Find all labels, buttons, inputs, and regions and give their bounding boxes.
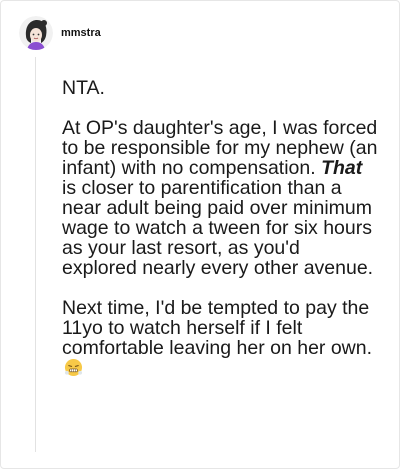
paragraph-suggestion-text: Next time, I'd be tempted to pay the 11y… <box>62 297 373 359</box>
emphasis-that: That <box>321 157 363 179</box>
paragraph-story-text-after: is closer to parentification than a near… <box>62 177 374 279</box>
comment-card: mmstra NTA. At OP's daughter's age, I wa… <box>0 0 400 469</box>
grimacing-steam-face-icon <box>64 358 83 377</box>
comment-body: NTA. At OP's daughter's age, I was force… <box>62 78 380 398</box>
paragraph-suggestion: Next time, I'd be tempted to pay the 11y… <box>62 298 380 378</box>
paragraph-verdict: NTA. <box>62 77 105 99</box>
avatar[interactable] <box>19 16 53 50</box>
username[interactable]: mmstra <box>61 27 101 39</box>
thread-line <box>35 57 36 452</box>
paragraph-story: At OP's daughter's age, I was forced to … <box>62 118 380 278</box>
comment-header: mmstra <box>19 15 101 51</box>
